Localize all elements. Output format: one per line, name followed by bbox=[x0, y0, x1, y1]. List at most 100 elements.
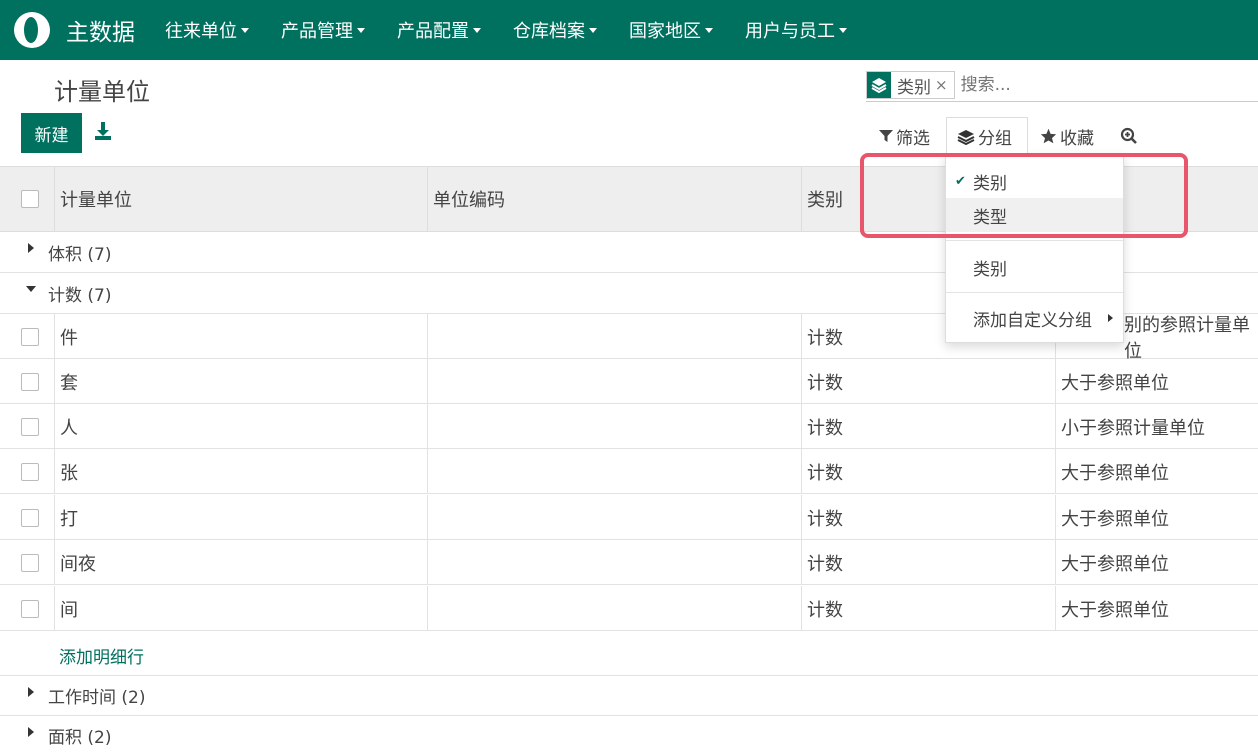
table-row[interactable]: 间夜 计数 大于参照单位 bbox=[0, 540, 1258, 585]
add-custom-group-label: 添加自定义分组 bbox=[973, 310, 1092, 331]
main-menu: 往来单位 产品管理 产品配置 仓库档案 国家地区 用户与员工 bbox=[149, 0, 863, 60]
add-line-link[interactable]: 添加明细行 bbox=[59, 643, 144, 668]
top-navbar: 主数据 往来单位 产品管理 产品配置 仓库档案 国家地区 用户与员工 bbox=[0, 0, 1258, 60]
caret-right-icon bbox=[1108, 314, 1113, 322]
cell-category: 计数 bbox=[807, 327, 843, 349]
cell-uom: 张 bbox=[60, 462, 78, 484]
cell-category: 计数 bbox=[807, 462, 843, 484]
cell-uom: 打 bbox=[60, 508, 78, 530]
row-checkbox[interactable] bbox=[21, 359, 39, 404]
row-checkbox[interactable] bbox=[21, 449, 39, 494]
caret-right-icon bbox=[28, 243, 34, 253]
app-name[interactable]: 主数据 bbox=[66, 13, 135, 47]
facet-remove-icon[interactable]: × bbox=[935, 76, 954, 94]
layers-icon bbox=[867, 72, 891, 98]
group-by-button[interactable]: 分组 bbox=[946, 117, 1028, 155]
favorites-label: 收藏 bbox=[1060, 128, 1094, 149]
caret-right-icon bbox=[28, 726, 34, 737]
row-checkbox[interactable] bbox=[21, 314, 39, 359]
check-icon: ✔ bbox=[955, 173, 966, 189]
search-plus-icon[interactable] bbox=[1120, 117, 1141, 155]
menu-warehouse[interactable]: 仓库档案 bbox=[497, 0, 613, 60]
menu-product-config-label: 产品配置 bbox=[397, 21, 469, 42]
cell-uom: 间 bbox=[60, 599, 78, 621]
group-by-dropdown: ✔ 类别 类型 类别 添加自定义分组 bbox=[945, 154, 1124, 343]
cell-type: 小于参照计量单位 bbox=[1061, 417, 1205, 439]
table-row[interactable]: 打 计数 大于参照单位 bbox=[0, 495, 1258, 540]
cell-uom: 间夜 bbox=[60, 553, 96, 575]
cell-type: 大于参照单位 bbox=[1061, 508, 1169, 530]
cell-type: 大于参照单位 bbox=[1061, 372, 1169, 394]
menu-partners[interactable]: 往来单位 bbox=[149, 0, 265, 60]
group-label: 体积 (7) bbox=[48, 244, 112, 265]
group-row-working-time[interactable]: 工作时间 (2) bbox=[0, 676, 1258, 716]
caret-down-icon bbox=[357, 27, 365, 33]
group-option-label: 类型 bbox=[973, 207, 1007, 228]
search-bar: 类别 × bbox=[866, 69, 1258, 102]
cell-type: 大于参照单位 bbox=[1061, 462, 1169, 484]
row-checkbox[interactable] bbox=[21, 495, 39, 540]
favorites-button[interactable]: 收藏 bbox=[1040, 117, 1094, 155]
menu-product-config[interactable]: 产品配置 bbox=[381, 0, 497, 60]
new-button[interactable]: 新建 bbox=[21, 113, 82, 153]
filter-button[interactable]: 筛选 bbox=[879, 117, 930, 155]
menu-products-label: 产品管理 bbox=[281, 21, 353, 42]
group-option-category[interactable]: ✔ 类别 bbox=[946, 164, 1123, 198]
caret-down-icon bbox=[705, 27, 713, 33]
table-row[interactable]: 套 计数 大于参照单位 bbox=[0, 359, 1258, 404]
header-category[interactable]: 类别 bbox=[807, 167, 843, 231]
cell-type: 大于参照单位 bbox=[1061, 553, 1169, 575]
group-row-area[interactable]: 面积 (2) bbox=[0, 716, 1258, 755]
menu-users-label: 用户与员工 bbox=[745, 21, 835, 42]
menu-partners-label: 往来单位 bbox=[165, 21, 237, 42]
row-checkbox[interactable] bbox=[21, 586, 39, 631]
caret-down-icon bbox=[241, 27, 249, 33]
download-icon[interactable] bbox=[94, 120, 112, 142]
cell-uom: 件 bbox=[60, 327, 78, 349]
cell-category: 计数 bbox=[807, 372, 843, 394]
cell-uom: 人 bbox=[60, 417, 78, 439]
cell-uom: 套 bbox=[60, 372, 78, 394]
menu-countries[interactable]: 国家地区 bbox=[613, 0, 729, 60]
cell-type: 大于参照单位 bbox=[1061, 599, 1169, 621]
header-uom[interactable]: 计量单位 bbox=[60, 167, 132, 231]
cell-category: 计数 bbox=[807, 599, 843, 621]
menu-countries-label: 国家地区 bbox=[629, 21, 701, 42]
group-label: 面积 (2) bbox=[48, 728, 112, 748]
group-label: 计数 (7) bbox=[48, 285, 112, 306]
group-option-type[interactable]: 类型 bbox=[946, 198, 1123, 232]
facet-value: 类别 bbox=[897, 77, 931, 98]
caret-right-icon bbox=[28, 686, 34, 697]
cell-category: 计数 bbox=[807, 508, 843, 530]
group-label: 工作时间 (2) bbox=[48, 688, 146, 708]
group-option-label: 类别 bbox=[973, 173, 1007, 194]
cell-category: 计数 bbox=[807, 553, 843, 575]
row-checkbox[interactable] bbox=[21, 540, 39, 585]
caret-down-icon bbox=[589, 27, 597, 33]
group-by-label: 分组 bbox=[978, 129, 1012, 149]
search-input[interactable] bbox=[960, 75, 1241, 95]
page-title: 计量单位 bbox=[54, 78, 150, 106]
caret-down-icon bbox=[473, 27, 481, 33]
cell-category: 计数 bbox=[807, 417, 843, 439]
filter-icon bbox=[879, 130, 893, 142]
app-logo-icon[interactable] bbox=[14, 12, 50, 48]
menu-users[interactable]: 用户与员工 bbox=[729, 0, 863, 60]
star-icon bbox=[1040, 128, 1057, 144]
group-option-category-2[interactable]: 类别 bbox=[946, 250, 1123, 284]
caret-down-icon bbox=[26, 286, 36, 292]
row-checkbox[interactable] bbox=[21, 404, 39, 449]
menu-products[interactable]: 产品管理 bbox=[265, 0, 381, 60]
select-all-checkbox[interactable] bbox=[21, 167, 39, 231]
menu-warehouse-label: 仓库档案 bbox=[513, 21, 585, 42]
header-code[interactable]: 单位编码 bbox=[433, 167, 505, 231]
add-custom-group[interactable]: 添加自定义分组 bbox=[946, 301, 1123, 335]
group-option-label: 类别 bbox=[973, 259, 1007, 280]
caret-down-icon bbox=[839, 27, 847, 33]
header-type-partial: 别的参照计量单位 bbox=[1124, 314, 1250, 362]
layers-icon bbox=[957, 129, 975, 145]
table-row[interactable]: 人 计数 小于参照计量单位 bbox=[0, 404, 1258, 449]
table-row[interactable]: 间 计数 大于参照单位 bbox=[0, 586, 1258, 631]
search-facet: 类别 × bbox=[866, 71, 955, 99]
table-row[interactable]: 张 计数 大于参照单位 bbox=[0, 449, 1258, 494]
